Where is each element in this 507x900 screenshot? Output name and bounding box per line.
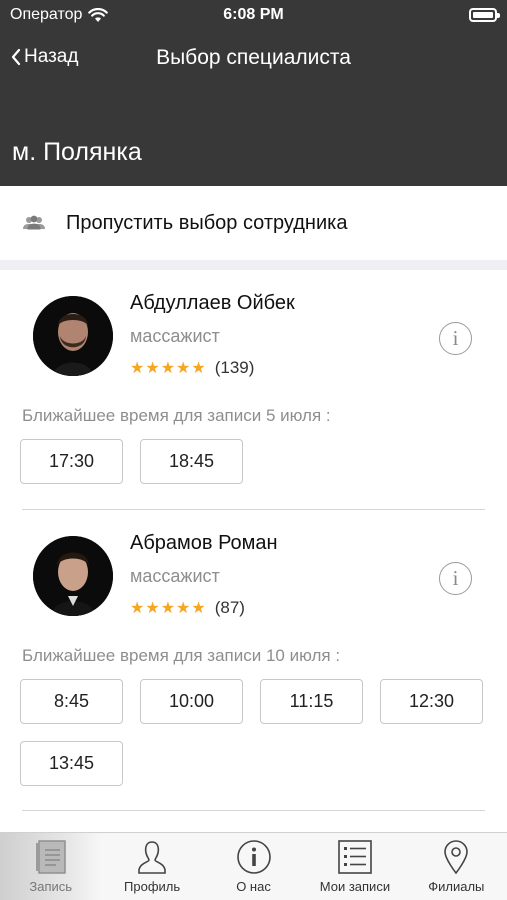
specialist-role: массажист	[130, 326, 220, 346]
tab-branches[interactable]: Филиалы	[406, 833, 507, 900]
time-slot-button[interactable]: 11:15	[260, 679, 363, 724]
review-count: (139)	[214, 358, 255, 377]
avatar	[33, 536, 113, 616]
time-slot-button[interactable]: 18:45	[140, 439, 243, 484]
tab-booking[interactable]: Запись	[0, 833, 102, 900]
rating-stars: ★★★★★	[130, 360, 207, 377]
battery-icon	[469, 8, 500, 22]
status-bar: Оператор 6:08 PM	[0, 0, 507, 30]
page-title: Выбор специалиста	[156, 46, 351, 69]
tab-profile[interactable]: Профиль	[101, 833, 202, 900]
review-count: (87)	[214, 598, 245, 617]
specialist-rating: ★★★★★ (87)	[130, 598, 245, 618]
navigation-bar: Назад Выбор специалиста	[0, 38, 507, 78]
people-icon	[23, 215, 45, 230]
specialist-card[interactable]: Абдуллаев Ойбек массажист ★★★★★ (139) i …	[0, 270, 507, 510]
tab-label: Запись	[29, 879, 73, 894]
tab-my-bookings[interactable]: Мои записи	[304, 833, 405, 900]
specialist-rating: ★★★★★ (139)	[130, 358, 254, 378]
rating-stars: ★★★★★	[130, 600, 207, 617]
time-slot-button[interactable]: 17:30	[20, 439, 123, 484]
skip-specialist-row[interactable]: Пропустить выбор сотрудника	[0, 186, 507, 260]
nearest-time-label: Ближайшее время для записи 10 июля :	[22, 646, 341, 665]
time-slot-button[interactable]: 12:30	[380, 679, 483, 724]
avatar	[33, 296, 113, 376]
section-separator	[0, 260, 507, 270]
specialist-info-button[interactable]: i	[439, 562, 472, 595]
status-time: 6:08 PM	[223, 6, 284, 23]
specialist-name: Абрамов Роман	[130, 532, 278, 554]
tab-label: Мои записи	[319, 879, 391, 894]
tab-label: Филиалы	[428, 879, 485, 894]
header: Оператор 6:08 PM Назад Выбор специалиста…	[0, 0, 507, 186]
info-icon	[236, 840, 271, 874]
tab-label: О нас	[236, 879, 271, 894]
list-icon	[338, 840, 372, 874]
skip-specialist-label: Пропустить выбор сотрудника	[66, 211, 348, 234]
time-slot-button[interactable]: 13:45	[20, 741, 123, 786]
person-icon	[138, 841, 166, 874]
tab-bar: Запись Профиль О нас Мои записи Филиалы	[0, 832, 507, 900]
time-slot-button[interactable]: 8:45	[20, 679, 123, 724]
journal-icon	[35, 840, 66, 874]
nearest-time-label: Ближайшее время для записи 5 июля :	[22, 406, 331, 425]
specialist-card[interactable]: Абрамов Роман массажист ★★★★★ (87) i Бли…	[0, 510, 507, 812]
specialist-role: массажист	[130, 566, 220, 586]
location-pin-icon	[444, 840, 469, 875]
tab-about[interactable]: О нас	[203, 833, 304, 900]
branch-title: м. Полянка	[12, 138, 142, 166]
tab-label: Профиль	[124, 879, 181, 894]
divider	[22, 810, 485, 811]
specialist-info-button[interactable]: i	[439, 322, 472, 355]
time-slot-button[interactable]: 10:00	[140, 679, 243, 724]
specialist-name: Абдуллаев Ойбек	[130, 292, 295, 314]
